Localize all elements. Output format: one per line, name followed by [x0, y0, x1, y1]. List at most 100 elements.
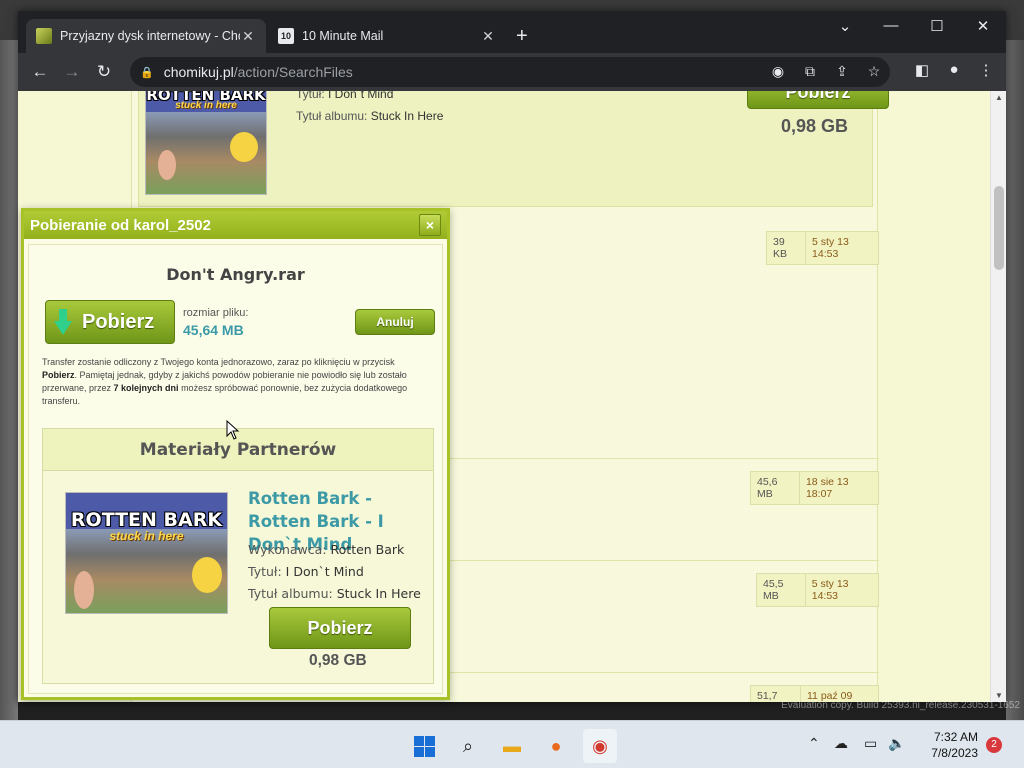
translate-icon[interactable]: ⧉ — [794, 63, 826, 80]
tab-title: 10 Minute Mail — [302, 29, 384, 43]
scroll-down-arrow-icon[interactable]: ▼ — [991, 691, 1007, 700]
cover-art-figure — [158, 150, 176, 180]
close-window-button[interactable]: ✕ — [960, 17, 1006, 35]
partner-album-cover-image[interactable]: ROTTEN BARK stuck in here — [65, 492, 228, 614]
file-date: 5 sty 13 14:53 — [811, 578, 849, 602]
ten-minute-mail-favicon-icon: 10 — [278, 28, 294, 44]
browser-toolbar: ← → ↻ 🔒 chomikuj.pl/action/SearchFiles ◉… — [18, 53, 1006, 91]
scrollbar-thumb[interactable] — [994, 186, 1004, 270]
system-tray: ⌃ ☁ ▭ 🔈 — [808, 735, 908, 752]
windows-logo-icon — [413, 735, 435, 757]
artist-value: Rotten Bark — [330, 542, 405, 557]
tab-title: Przyjazny dysk internetowy - Cho — [60, 29, 240, 43]
partner-materials: Materiały Partnerów ROTTEN BARK stuck in… — [42, 428, 434, 684]
start-button[interactable] — [407, 729, 441, 763]
background-download-button[interactable]: Pobierz — [747, 91, 889, 109]
album-label: Tytuł albumu: — [296, 109, 371, 123]
album-cover-image[interactable]: ROTTEN BARK stuck in here — [145, 91, 267, 195]
download-button-label: Pobierz — [82, 310, 155, 333]
download-button[interactable]: Pobierz — [45, 300, 175, 344]
dialog-close-button[interactable]: × — [419, 214, 441, 236]
cover-art-figure — [74, 571, 94, 609]
bookmark-star-icon[interactable]: ☆ — [858, 63, 890, 80]
file-date: 18 sie 13 18:07 — [805, 476, 849, 500]
cloud-sync-icon[interactable]: ☁ — [834, 735, 864, 752]
album-value: Stuck In Here — [336, 586, 421, 601]
file-size: 45,6 MB — [751, 472, 800, 504]
track-label: Tytuł: — [248, 564, 286, 579]
partner-item-size: 0,98 GB — [309, 652, 367, 669]
file-size: 39 KB — [767, 232, 807, 264]
tab-chomikuj[interactable]: Przyjazny dysk internetowy - Cho ✕ — [26, 19, 266, 53]
partner-download-button[interactable]: Pobierz — [269, 607, 411, 649]
file-date: 5 sty 13 14:53 — [812, 236, 849, 260]
file-name: Don't Angry.rar — [166, 265, 305, 284]
desktop-edge-left — [0, 40, 18, 720]
cover-art-figure — [230, 132, 258, 162]
forward-arrow-icon[interactable]: → — [56, 62, 88, 82]
clock-date: 7/8/2023 — [931, 746, 978, 760]
close-tab-icon[interactable]: ✕ — [240, 28, 256, 45]
album-label: Tytuł albumu: — [248, 586, 337, 601]
artist-label: Wykonawca: — [248, 542, 331, 557]
search-icon[interactable]: ⌕ — [451, 729, 485, 763]
notice-bold: Pobierz — [42, 370, 75, 380]
menu-dots-icon[interactable]: ⋮ — [970, 61, 1002, 79]
back-arrow-icon[interactable]: ← — [24, 62, 56, 82]
track-value: I Don`t Mind — [285, 564, 364, 579]
album-value: Stuck In Here — [370, 109, 444, 123]
volume-icon[interactable]: 🔈 — [888, 735, 908, 752]
file-size: 45,5 MB — [757, 574, 806, 606]
background-item-info: Tytuł: I Don`t Mind Tytuł albumu: Stuck … — [296, 91, 443, 127]
chomikuj-favicon-icon — [36, 28, 52, 44]
scroll-up-arrow-icon[interactable]: ▲ — [991, 93, 1007, 102]
tab-strip: Przyjazny dysk internetowy - Cho ✕ 10 10… — [18, 11, 1006, 53]
profile-icon[interactable]: ● — [938, 61, 970, 79]
taskbar-clock[interactable]: 7:32 AM 7/8/2023 — [931, 729, 978, 761]
evaluation-watermark: Evaluation copy. Build 25393.ni_release.… — [781, 700, 1020, 711]
cover-title: ROTTEN BARK — [70, 509, 223, 531]
file-meta: 39 KB 5 sty 13 14:53 — [766, 231, 879, 265]
reload-icon[interactable]: ↻ — [88, 62, 120, 82]
cover-art-figure — [192, 557, 222, 593]
new-tab-button[interactable]: + — [516, 25, 528, 48]
background-item-size: 0,98 GB — [781, 116, 849, 136]
cover-subtitle: stuck in here — [175, 100, 237, 111]
lock-icon: 🔒 — [140, 66, 154, 79]
file-size-value: 45,64 MB — [183, 322, 244, 338]
download-dialog: Pobieranie od karol_2502 × Don't Angry.r… — [21, 208, 450, 700]
file-size-label: rozmiar pliku: — [183, 307, 249, 319]
cover-subtitle: stuck in here — [109, 529, 184, 543]
file-meta: 45,5 MB 5 sty 13 14:53 — [756, 573, 879, 607]
transfer-notice: Transfer zostanie odliczony z Twojego ko… — [42, 356, 432, 408]
notice-text: Transfer zostanie odliczony z Twojego ko… — [42, 357, 395, 367]
page-scrollbar[interactable]: ▲ ▼ — [990, 91, 1006, 702]
firefox-icon[interactable]: ● — [539, 729, 573, 763]
tab-search-chevron-icon[interactable]: ⌄ — [822, 17, 868, 35]
minimize-button[interactable]: — — [868, 17, 914, 34]
address-bar[interactable]: 🔒 chomikuj.pl/action/SearchFiles ◉ ⧉ ⇪ ☆ — [130, 57, 890, 87]
file-explorer-icon[interactable]: ▬ — [495, 729, 529, 763]
close-tab-icon[interactable]: ✕ — [480, 28, 496, 45]
dialog-header: Pobieranie od karol_2502 × — [24, 211, 447, 239]
clock-time: 7:32 AM — [933, 730, 978, 744]
chrome-icon[interactable]: ◉ — [583, 729, 617, 763]
title-label: Tytuł: — [296, 91, 329, 101]
desktop-edge-right — [1006, 40, 1024, 720]
tab-10-minute-mail[interactable]: 10 10 Minute Mail ✕ — [268, 19, 506, 53]
dialog-title: Pobieranie od karol_2502 — [30, 216, 211, 234]
title-value: I Don`t Mind — [328, 91, 394, 101]
background-partner-card: ROTTEN BARK stuck in here Tytuł: I Don`t… — [138, 91, 889, 207]
share-icon[interactable]: ⇪ — [826, 63, 858, 80]
google-lens-icon[interactable]: ◉ — [762, 63, 794, 80]
file-meta: 45,6 MB 18 sie 13 18:07 — [750, 471, 879, 505]
cancel-button[interactable]: Anuluj — [355, 309, 435, 335]
show-hidden-icons-chevron-icon[interactable]: ⌃ — [808, 735, 834, 752]
url-path: /action/SearchFiles — [233, 64, 353, 80]
url-host: chomikuj.pl — [163, 64, 234, 80]
notice-bold: 7 kolejnych dni — [113, 383, 179, 393]
notification-badge[interactable]: 2 — [986, 737, 1002, 753]
network-icon[interactable]: ▭ — [864, 735, 888, 752]
side-panel-icon[interactable]: ◧ — [906, 61, 938, 79]
maximize-button[interactable]: ☐ — [914, 17, 960, 35]
